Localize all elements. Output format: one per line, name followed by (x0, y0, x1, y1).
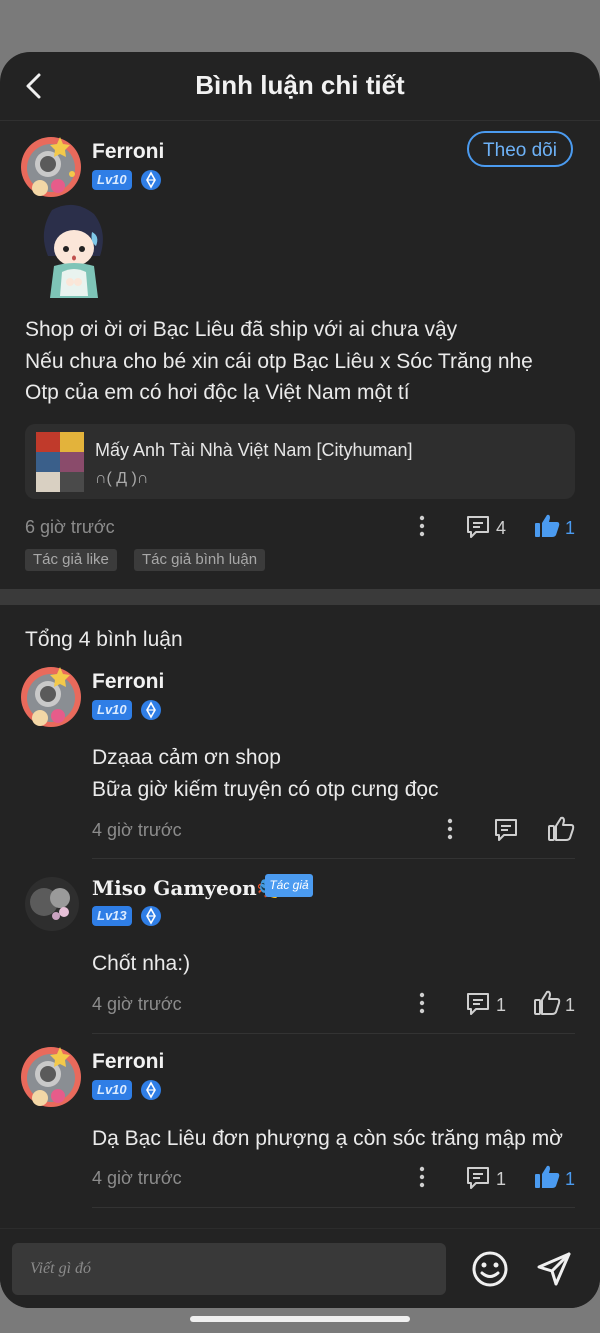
emoji-icon[interactable] (470, 1249, 510, 1289)
level-badge: Lv13 (92, 906, 132, 926)
comment-text: Dạ Bạc Liêu đơn phượng ạ còn sóc trăng m… (92, 1123, 563, 1155)
linked-story-card[interactable]: Mấy Anh Tài Nhà Việt Nam [Cityhuman] ∩( … (25, 424, 575, 499)
comment-reply-count: 1 (496, 1169, 507, 1189)
post-author-avatar[interactable] (18, 134, 84, 200)
comment-icon[interactable] (465, 1165, 491, 1191)
comment-author-name[interactable]: Miso Gamyeon🎭 (92, 876, 282, 900)
like-filled-icon[interactable] (533, 1163, 561, 1191)
comment-author-name[interactable]: Ferroni (92, 670, 164, 694)
comment-reply-count: 1 (496, 995, 507, 1015)
comment-timestamp: 4 giờ trước (92, 994, 182, 1014)
anime-girl-sticker-image (43, 204, 103, 298)
post-comment-count: 4 (496, 518, 507, 538)
story-title: Mấy Anh Tài Nhà Việt Nam [Cityhuman] (95, 440, 413, 460)
verified-gem-icon (141, 1080, 161, 1100)
story-cover-thumbnail (36, 432, 84, 492)
comment-author-name[interactable]: Ferroni (92, 1050, 164, 1074)
more-options-icon[interactable] (440, 817, 460, 841)
comment-author-avatar[interactable] (24, 876, 80, 932)
comment-like-count: 1 (565, 1169, 576, 1189)
comment-separator (92, 1033, 575, 1034)
comment-icon[interactable] (465, 991, 491, 1017)
post-line: Shop ơi ời ơi Bạc Liêu đã ship với ai ch… (25, 318, 458, 341)
section-divider (0, 589, 600, 605)
comment-composer (0, 1228, 600, 1308)
verified-gem-icon (141, 700, 161, 720)
page-title: Bình luận chi tiết (195, 70, 405, 100)
send-icon[interactable] (534, 1249, 574, 1289)
author-tag-badge: Tác giả (265, 874, 313, 897)
comment-line: Bữa giờ kiếm truyện có otp cưng đọc (92, 777, 439, 801)
comment-text: Chốt nha:) (92, 948, 190, 980)
like-filled-icon[interactable] (533, 512, 561, 540)
header: Bình luận chi tiết (0, 52, 600, 121)
author-liked-tag: Tác giả like (25, 549, 117, 571)
level-badge: Lv10 (92, 1080, 132, 1100)
comment-timestamp: 4 giờ trước (92, 1168, 182, 1188)
post-author-name[interactable]: Ferroni (92, 140, 164, 164)
comment-like-count: 1 (565, 995, 576, 1015)
more-options-icon[interactable] (412, 991, 432, 1015)
home-indicator (190, 1316, 410, 1322)
level-badge: Lv10 (92, 700, 132, 720)
comment-detail-sheet: Bình luận chi tiết Ferroni Lv10 Theo dõi… (0, 52, 600, 1308)
more-options-icon[interactable] (412, 1165, 432, 1189)
comments-total: Tổng 4 bình luận (25, 628, 183, 651)
post-body: Shop ơi ời ơi Bạc Liêu đã ship với ai ch… (25, 314, 533, 409)
comment-icon[interactable] (465, 514, 491, 540)
comment-line: Chốt nha:) (92, 952, 191, 975)
comment-line: Dạ Bạc Liêu đơn phượng ạ còn sóc trăng m… (92, 1127, 563, 1150)
post-timestamp: 6 giờ trước (25, 517, 115, 537)
more-options-icon[interactable] (412, 514, 432, 538)
post-like-count: 1 (565, 518, 576, 538)
author-commented-tag: Tác giả bình luận (134, 549, 266, 571)
comment-author-avatar[interactable] (18, 664, 84, 730)
comment-input[interactable] (12, 1243, 446, 1295)
comment-text: Dzạaa cảm ơn shop Bữa giờ kiếm truyện có… (92, 742, 439, 805)
level-badge: Lv10 (92, 170, 132, 190)
like-outline-icon[interactable] (533, 989, 561, 1017)
follow-button[interactable]: Theo dõi (467, 131, 573, 167)
comment-author-avatar[interactable] (18, 1044, 84, 1110)
comment-icon[interactable] (493, 817, 519, 843)
like-outline-icon[interactable] (547, 815, 575, 843)
comment-separator (92, 858, 575, 859)
post-line: Nếu chưa cho bé xin cái otp Bạc Liêu x S… (25, 349, 533, 373)
story-subtitle: ∩( Д )∩ (95, 470, 149, 487)
post-line: Otp của em có hơi độc lạ Việt Nam một tí (25, 381, 410, 404)
comment-timestamp: 4 giờ trước (92, 820, 182, 840)
comment-separator (92, 1207, 575, 1208)
verified-gem-icon (141, 906, 161, 926)
verified-gem-icon (141, 170, 161, 190)
comment-line: Dzạaa cảm ơn shop (92, 746, 281, 769)
